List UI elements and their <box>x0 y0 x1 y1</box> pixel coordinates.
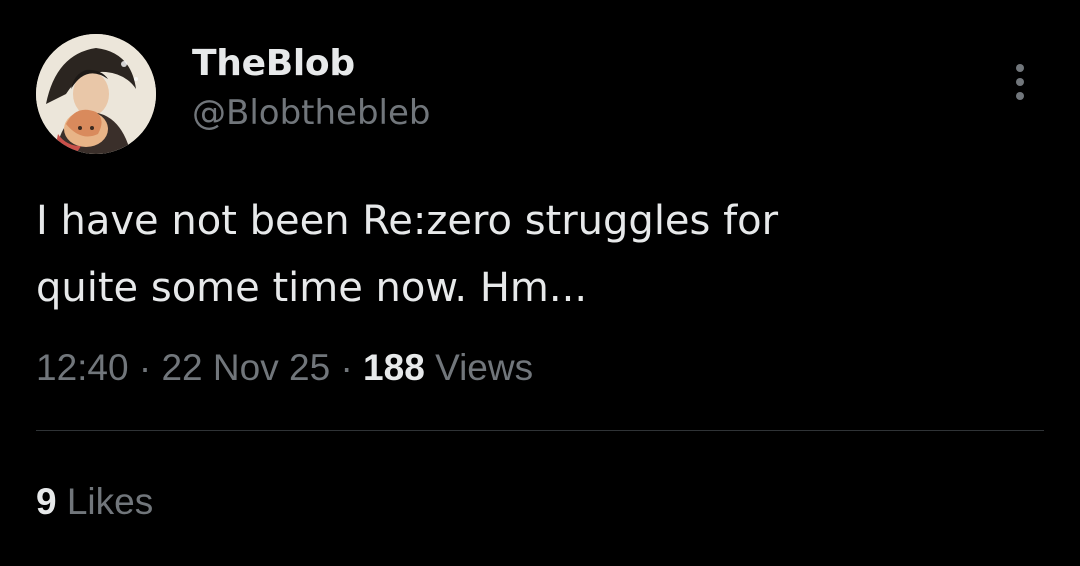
likes-label: Likes <box>66 481 154 522</box>
avatar[interactable] <box>36 34 156 154</box>
avatar-image <box>36 34 156 154</box>
views-count: 188 <box>363 347 425 388</box>
tweet-date[interactable]: 22 Nov 25 <box>161 347 330 388</box>
meta-separator: · <box>340 347 353 388</box>
author-info: TheBlob @Blobthebleb <box>192 40 430 136</box>
display-name[interactable]: TheBlob <box>192 40 430 88</box>
tweet-time[interactable]: 12:40 <box>36 347 129 388</box>
views-label: Views <box>435 347 534 388</box>
more-vertical-icon <box>1016 64 1024 100</box>
divider <box>36 430 1044 431</box>
likes-count: 9 <box>36 481 57 522</box>
username-handle[interactable]: @Blobthebleb <box>192 90 430 136</box>
tweet-metadata: 12:40 · 22 Nov 25 · 188 Views <box>36 340 533 396</box>
likes-link[interactable]: 9 Likes <box>36 474 153 530</box>
more-options-button[interactable] <box>998 58 1042 106</box>
tweet-detail: TheBlob @Blobthebleb I have not been Re:… <box>0 0 1080 566</box>
meta-separator: · <box>138 347 152 388</box>
tweet-text: I have not been Re:zero struggles for qu… <box>36 198 779 311</box>
